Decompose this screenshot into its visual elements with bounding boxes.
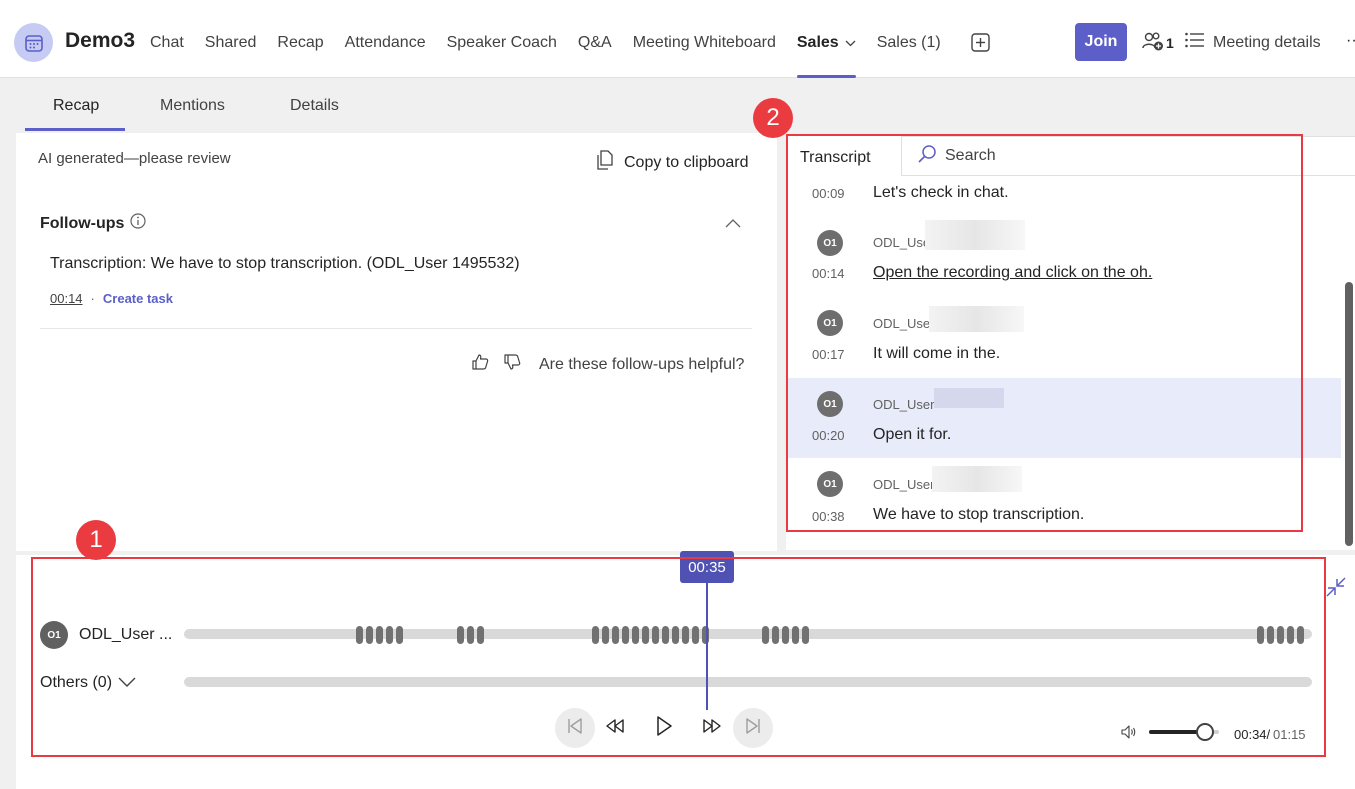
participants-button[interactable]: 1 <box>1140 31 1174 54</box>
tab-sales[interactable]: Sales <box>796 22 856 78</box>
meeting-tabs: Chat Shared Recap Attendance Speaker Coa… <box>150 22 962 78</box>
followup-item-meta: 00:14 · Create task <box>50 291 173 306</box>
tab-attendance[interactable]: Attendance <box>345 22 426 78</box>
chevron-up-icon[interactable] <box>725 215 741 232</box>
tab-recap[interactable]: Recap <box>277 22 323 78</box>
divider <box>40 328 752 329</box>
thumbs-up-icon[interactable] <box>471 353 489 376</box>
followups-title: Follow-ups <box>40 214 125 232</box>
copy-icon <box>596 150 614 175</box>
recap-card: AI generated—please review Copy to clipb… <box>16 133 777 551</box>
subtab-mentions[interactable]: Mentions <box>160 97 225 115</box>
calendar-icon <box>14 23 53 62</box>
people-add-icon <box>1142 31 1164 54</box>
thumbs-down-icon[interactable] <box>503 353 521 376</box>
subtab-recap[interactable]: Recap <box>53 97 99 115</box>
add-tab-icon[interactable] <box>971 33 990 52</box>
meta-separator: · <box>90 291 95 306</box>
participant-count: 1 <box>1166 34 1174 51</box>
annotation-badge-1: 1 <box>76 520 116 560</box>
tab-sales-label: Sales <box>796 34 839 52</box>
meeting-title: Demo3 <box>65 29 136 52</box>
followups-heading: Follow-ups <box>40 213 147 234</box>
meeting-details-label: Meeting details <box>1213 33 1321 51</box>
join-button[interactable]: Join <box>1075 23 1127 61</box>
create-task-link[interactable]: Create task <box>103 291 173 306</box>
collapse-icon[interactable] <box>1325 576 1347 602</box>
followup-timestamp-link[interactable]: 00:14 <box>50 291 83 306</box>
tab-shared[interactable]: Shared <box>205 22 257 78</box>
tab-sales-1[interactable]: Sales (1) <box>877 22 941 78</box>
annotation-badge-2: 2 <box>753 98 793 138</box>
transcript-scrollbar[interactable] <box>1345 282 1353 546</box>
annotation-box-2 <box>786 134 1303 532</box>
tab-speaker-coach[interactable]: Speaker Coach <box>447 22 557 78</box>
copy-to-clipboard-button[interactable]: Copy to clipboard <box>596 150 749 175</box>
list-icon <box>1185 32 1204 53</box>
info-icon[interactable] <box>130 213 147 234</box>
active-subtab-indicator <box>25 128 125 131</box>
followups-feedback: Are these follow-ups helpful? <box>471 353 744 376</box>
recap-subtabs: Recap Mentions Details <box>0 78 780 132</box>
tab-chat[interactable]: Chat <box>150 22 184 78</box>
meeting-details-button[interactable]: Meeting details <box>1185 32 1321 53</box>
chevron-down-icon <box>845 34 856 52</box>
annotation-box-1 <box>31 557 1326 757</box>
more-options-icon[interactable]: ··· <box>1346 32 1355 50</box>
copy-label: Copy to clipboard <box>624 153 749 171</box>
followup-item-text: Transcription: We have to stop transcrip… <box>50 255 520 272</box>
feedback-question: Are these follow-ups helpful? <box>539 355 745 373</box>
tab-meeting-whiteboard[interactable]: Meeting Whiteboard <box>633 22 776 78</box>
top-bar: Demo3 Chat Shared Recap Attendance Speak… <box>0 0 1355 78</box>
subtab-details[interactable]: Details <box>290 97 339 115</box>
tab-qa[interactable]: Q&A <box>578 22 612 78</box>
ai-generated-note: AI generated—please review <box>38 150 231 167</box>
